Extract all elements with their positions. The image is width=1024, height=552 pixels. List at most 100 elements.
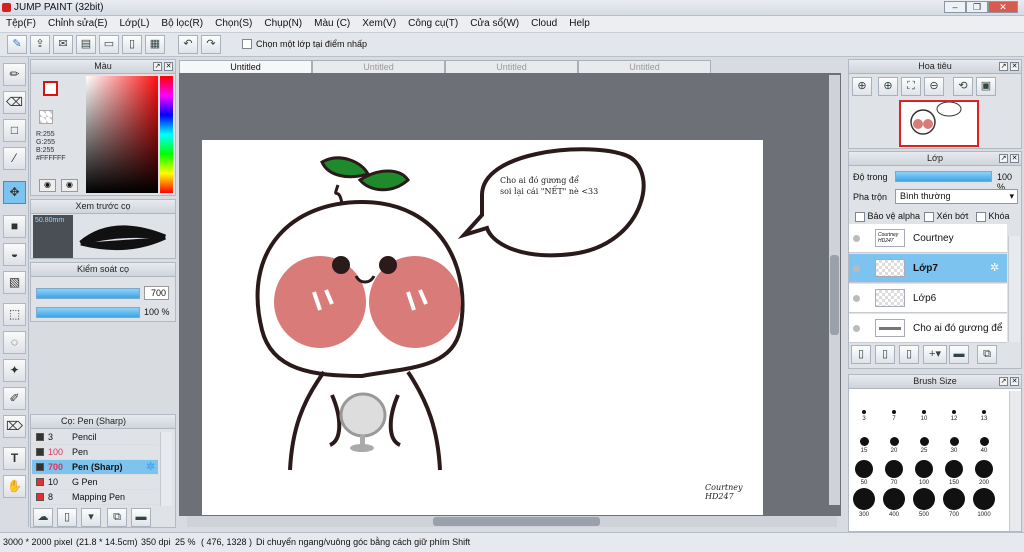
menu-help[interactable]: Help <box>563 16 596 33</box>
panel-popout-icon[interactable]: ↗ <box>999 62 1008 71</box>
blend-mode-select[interactable]: Bình thường ▾ <box>895 189 1018 204</box>
transparent-swatch[interactable] <box>39 110 53 124</box>
copy-brush-icon[interactable]: ⧉ <box>107 508 127 527</box>
brush-item[interactable]: 10 G Pen <box>32 475 158 490</box>
brush-size-option[interactable]: 150 <box>939 454 969 486</box>
brush-size-input[interactable]: 700 <box>144 286 169 300</box>
brush-size-option[interactable]: 50 <box>849 454 879 486</box>
gear-icon[interactable]: ✲ <box>990 261 999 274</box>
panel-popout-icon[interactable]: ↗ <box>153 62 162 71</box>
menu-color[interactable]: Màu (C) <box>308 16 356 33</box>
cloud-upload-icon[interactable]: ☁ <box>33 508 53 527</box>
brush-size-option[interactable]: 1000 <box>969 486 999 518</box>
layer-list-scrollbar[interactable] <box>1008 236 1020 342</box>
line-tool-icon[interactable]: ⁄ <box>3 147 26 170</box>
close-button[interactable]: ✕ <box>988 1 1018 13</box>
clip-checkbox[interactable] <box>924 211 934 222</box>
brush-mode-icon[interactable]: ✎ <box>7 35 27 54</box>
gradient-tool-icon[interactable]: ▧ <box>3 271 26 294</box>
drawing-canvas[interactable]: Cho ai đó gương để soi lại cái "NẾT" nè … <box>202 140 763 515</box>
doc-tab[interactable]: Untitled <box>445 60 578 73</box>
menu-window[interactable]: Cửa sổ(W) <box>464 16 525 33</box>
doc-tab[interactable]: Untitled <box>312 60 445 73</box>
panel-close-icon[interactable]: ✕ <box>1010 62 1019 71</box>
actual-size-icon[interactable]: ⛶ <box>901 77 921 96</box>
menu-edit[interactable]: Chỉnh sửa(E) <box>42 16 114 33</box>
document-icon[interactable]: ▭ <box>99 35 119 54</box>
checkbox-box[interactable] <box>242 39 252 50</box>
brush-size-option[interactable]: 12 <box>939 390 969 422</box>
new-layer-icon[interactable]: ▯ <box>851 345 871 364</box>
panel-close-icon[interactable]: ✕ <box>164 62 173 71</box>
bucket-tool-icon[interactable]: ◒ <box>3 243 26 266</box>
vertical-scrollbar[interactable] <box>829 75 840 505</box>
foreground-color-swatch[interactable] <box>43 81 58 96</box>
menu-filter[interactable]: Bộ lọc(R) <box>155 16 209 33</box>
eraser-tool-icon[interactable]: ⌫ <box>3 91 26 114</box>
rect-select-icon[interactable]: ⬚ <box>3 303 26 326</box>
brush-size-option[interactable]: 70 <box>879 454 909 486</box>
brush-opacity-slider[interactable] <box>36 307 140 318</box>
layer-row[interactable]: Courtney HD247 Courtney <box>849 224 1007 253</box>
brush-size-option[interactable]: 13 <box>969 390 999 422</box>
layer-opacity-slider[interactable] <box>895 171 992 182</box>
page-icon[interactable]: ▯ <box>122 35 142 54</box>
doc-tab-active[interactable]: Untitled <box>179 60 312 73</box>
brush-size-option[interactable]: 3 <box>849 390 879 422</box>
layer-row-selected[interactable]: Lớp7 ✲ <box>849 254 1007 283</box>
add-layer-menu-icon[interactable]: +▾ <box>923 345 947 364</box>
brush-size-option[interactable]: 500 <box>909 486 939 518</box>
select-layer-checkbox[interactable] <box>242 39 252 50</box>
gear-icon[interactable]: ✲ <box>146 460 155 474</box>
brush-size-option[interactable]: 40 <box>969 422 999 454</box>
visibility-icon[interactable] <box>853 235 860 242</box>
hand-tool-icon[interactable]: ✋ <box>3 475 26 498</box>
vertical-scroll-thumb[interactable] <box>830 255 839 335</box>
redo-icon[interactable]: ↷ <box>201 35 221 54</box>
menu-cloud[interactable]: Cloud <box>525 16 563 33</box>
brush-size-option[interactable]: 300 <box>849 486 879 518</box>
brush-item[interactable]: 3 Pencil <box>32 430 158 445</box>
zoom-out-icon[interactable]: ⊖ <box>924 77 944 96</box>
navigator-thumbnail[interactable] <box>899 100 979 147</box>
menu-select[interactable]: Chọn(S) <box>209 16 258 33</box>
brush-size-option[interactable]: 10 <box>909 390 939 422</box>
visibility-icon[interactable] <box>853 295 860 302</box>
lasso-select-icon[interactable]: ◌ <box>3 331 26 354</box>
brush-size-option[interactable]: 700 <box>939 486 969 518</box>
brush-size-option[interactable]: 7 <box>879 390 909 422</box>
horizontal-scroll-thumb[interactable] <box>433 517 600 526</box>
menu-layer[interactable]: Lớp(L) <box>114 16 156 33</box>
note-icon[interactable]: ▤ <box>76 35 96 54</box>
rectangle-tool-icon[interactable]: □ <box>3 119 26 142</box>
brush-list-scrollbar[interactable] <box>160 432 172 506</box>
rotate-icon[interactable]: ⟲ <box>953 77 973 96</box>
visibility-icon[interactable] <box>853 265 860 272</box>
hue-slider[interactable] <box>160 76 173 193</box>
lock-option[interactable]: Khóa <box>976 211 1010 222</box>
layer-folder-icon[interactable]: ▬ <box>949 345 969 364</box>
brush-size-option[interactable]: 20 <box>879 422 909 454</box>
select-pen-icon[interactable]: ✐ <box>3 387 26 410</box>
panel-close-icon[interactable]: ✕ <box>1010 154 1019 163</box>
magic-wand-icon[interactable]: ✦ <box>3 359 26 382</box>
brush-tool-icon[interactable]: ✏ <box>3 63 26 86</box>
horizontal-scrollbar[interactable] <box>187 516 837 527</box>
doc-tab[interactable]: Untitled <box>578 60 711 73</box>
brush-menu-icon[interactable]: ▾ <box>81 508 101 527</box>
lock-checkbox[interactable] <box>976 211 986 222</box>
brush-item[interactable]: 100 Pen <box>32 445 158 460</box>
panel-popout-icon[interactable]: ↗ <box>999 377 1008 386</box>
minimize-button[interactable]: – <box>944 1 966 13</box>
move-tool-icon[interactable]: ✥ <box>3 181 26 204</box>
undo-icon[interactable]: ↶ <box>178 35 198 54</box>
eyedropper-icon[interactable]: ◉ <box>61 179 78 192</box>
fill-rect-tool-icon[interactable]: ■ <box>3 215 26 238</box>
panel-close-icon[interactable]: ✕ <box>1010 377 1019 386</box>
protect-alpha-option[interactable]: Bảo vệ alpha <box>855 211 920 222</box>
text-tool-icon[interactable]: T <box>3 447 26 470</box>
brush-size-option[interactable]: 15 <box>849 422 879 454</box>
select-eraser-icon[interactable]: ⌦ <box>3 415 26 438</box>
layer-row[interactable]: Lớp6 <box>849 284 1007 313</box>
brush-size-option[interactable]: 25 <box>909 422 939 454</box>
